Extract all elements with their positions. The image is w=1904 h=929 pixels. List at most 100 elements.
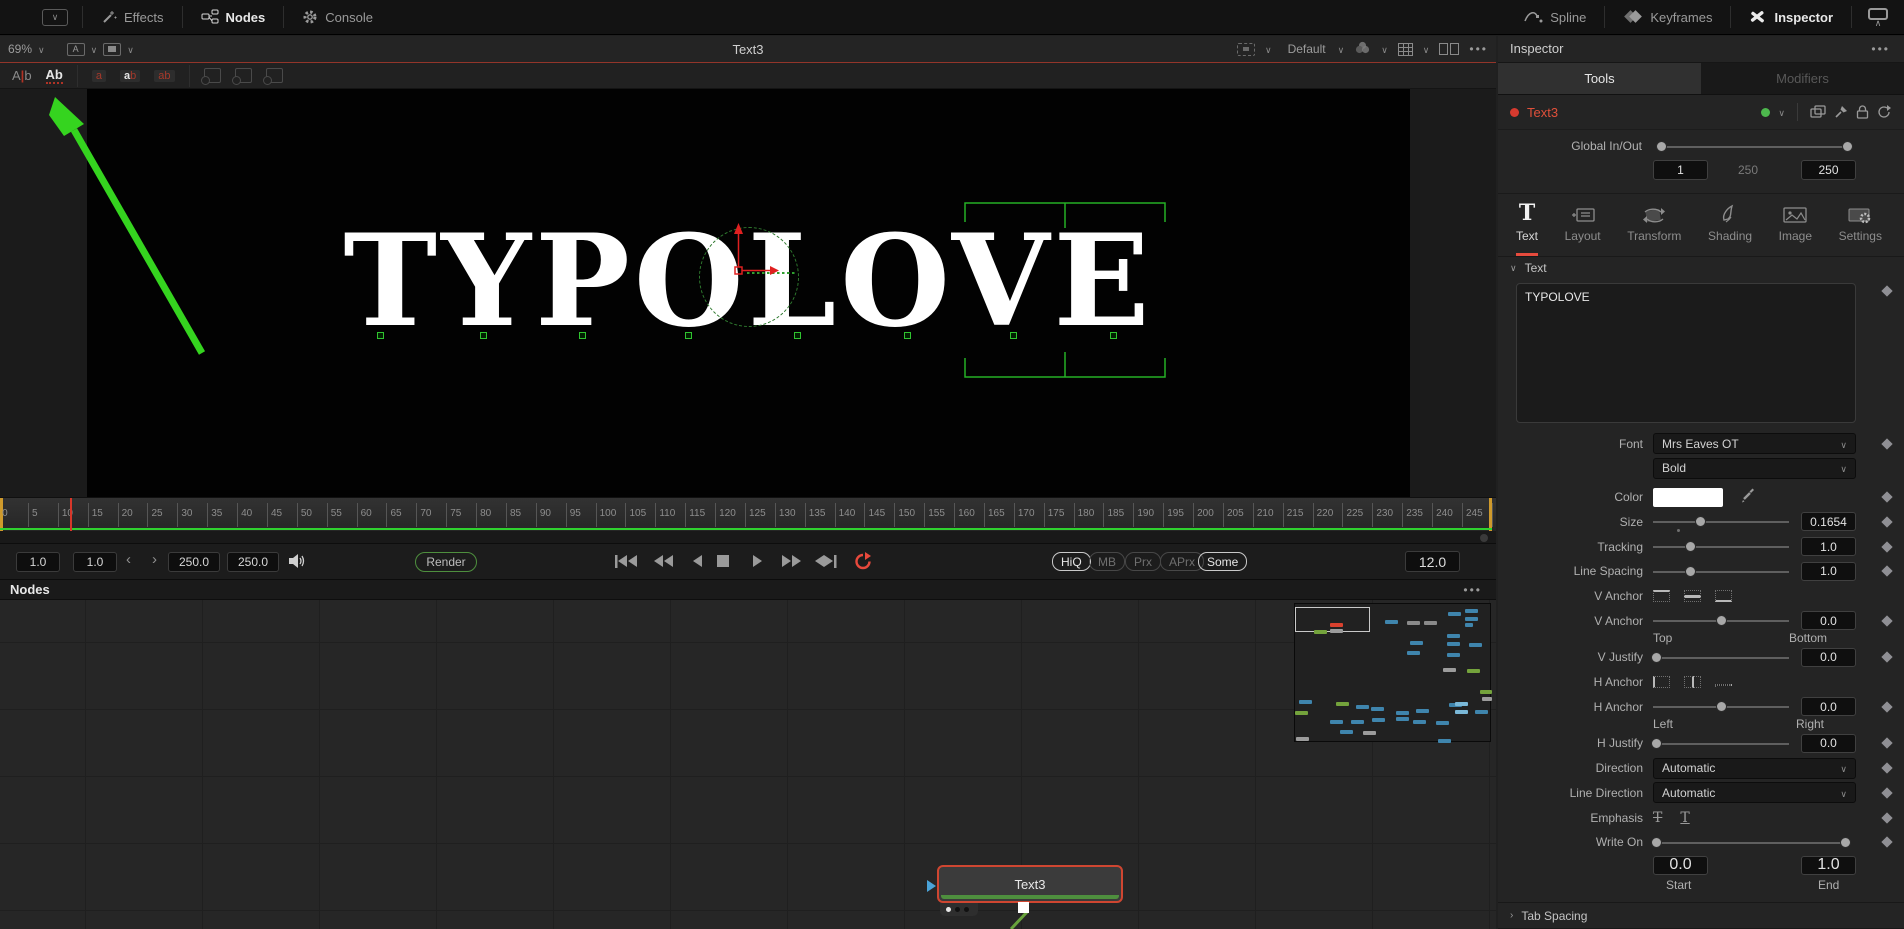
keyframe-diamond[interactable] [1881,787,1892,798]
text-baseline-handle[interactable] [904,332,911,339]
step-size-field[interactable]: 1.0 [73,552,117,572]
nodes-button[interactable]: Nodes [183,0,284,34]
char-style-ab-outline-button[interactable]: ab [154,70,174,82]
keyframe-diamond[interactable] [1881,541,1892,552]
text-baseline-handle[interactable] [685,332,692,339]
chevron-down-icon[interactable] [1423,42,1430,56]
tab-text[interactable]: T Text [1516,202,1538,256]
write-on-start-field[interactable]: 0.0 [1653,856,1708,875]
node-color-dot[interactable] [1510,108,1519,117]
chevron-down-icon[interactable] [1265,42,1272,56]
styled-text-input[interactable]: TYPOLOVE [1516,283,1856,423]
node-input-triangle[interactable] [927,880,936,892]
text-baseline-handle[interactable] [480,332,487,339]
color-wheels-icon[interactable] [1354,40,1371,58]
tab-spacing-section-header[interactable]: › Tab Spacing [1498,903,1904,929]
color-channel-icon[interactable] [103,43,121,56]
keyframe-diamond[interactable] [1881,812,1892,823]
timeline-ruler[interactable]: 0510152025303540455055606570758085909510… [0,497,1496,531]
quality-hiq-button[interactable]: HiQ [1052,552,1091,571]
keyframe-diamond[interactable] [1881,286,1892,297]
chevron-down-icon[interactable] [1381,42,1388,56]
write-on-end-field[interactable]: 1.0 [1801,856,1856,875]
chevron-down-icon[interactable] [127,42,134,56]
quality-prx-button[interactable]: Prx [1125,552,1161,571]
audio-mute-button[interactable] [288,553,306,572]
keyframe-diamond[interactable] [1881,762,1892,773]
channel-a-icon[interactable]: A [67,43,85,56]
viewer-lut-dropdown[interactable]: Default [1288,42,1326,56]
insert-node-after-icon[interactable] [235,68,252,83]
line-spacing-slider[interactable] [1653,565,1789,578]
playhead[interactable] [70,498,72,531]
chevron-down-icon[interactable] [1778,103,1785,121]
goto-end-button[interactable] [813,554,837,572]
size-slider[interactable] [1653,515,1789,528]
stop-button[interactable] [716,554,731,572]
render-button[interactable]: Render [415,552,477,572]
size-field[interactable]: 0.1654 [1801,512,1856,531]
v-justify-slider[interactable] [1653,651,1789,664]
next-frame-button[interactable]: › [152,551,157,568]
roi-icon[interactable] [1237,43,1255,56]
keyframe-diamond[interactable] [1881,438,1892,449]
play-reverse-button[interactable] [690,554,704,572]
keyframe-diamond[interactable] [1881,701,1892,712]
tab-shading[interactable]: Shading [1708,202,1752,256]
font-weight-dropdown[interactable]: Bold [1653,458,1856,479]
node-graph[interactable]: Text3 [0,600,1496,929]
write-on-slider[interactable] [1653,836,1849,849]
ui-switcher-button[interactable] [42,9,68,26]
versions-icon[interactable] [1810,105,1826,119]
text-baseline-handle[interactable] [1010,332,1017,339]
text-baseline-handle[interactable] [579,332,586,339]
h-anchor-slider[interactable] [1653,700,1789,713]
zoom-level-dropdown[interactable]: 69% [8,42,32,56]
node-enable-dot[interactable] [1761,108,1770,117]
underline-button[interactable]: T [1680,810,1689,826]
keyframe-diamond[interactable] [1881,652,1892,663]
v-anchor-top-button[interactable] [1653,590,1670,602]
tab-tools[interactable]: Tools [1498,63,1701,95]
reset-icon[interactable] [1877,105,1892,119]
v-justify-field[interactable]: 0.0 [1801,648,1856,667]
nodes-options-menu[interactable]: ••• [1463,583,1482,597]
timeline-scrollbar[interactable] [0,531,1496,544]
range-in-field[interactable]: 250.0 [168,552,220,572]
color-swatch[interactable] [1653,488,1723,507]
tab-modifiers[interactable]: Modifiers [1701,63,1904,95]
viewer-canvas[interactable]: TYPOLOVE [87,89,1410,497]
h-justify-field[interactable]: 0.0 [1801,734,1856,753]
v-anchor-bottom-button[interactable] [1715,590,1732,602]
keyframe-diamond[interactable] [1881,615,1892,626]
goto-start-button[interactable] [614,554,638,572]
text-baseline-handle[interactable] [794,332,801,339]
play-button[interactable] [751,554,765,572]
text-section-header[interactable]: ∨ Text [1498,257,1904,279]
tab-image[interactable]: Image [1779,202,1812,256]
v-anchor-middle-button[interactable] [1684,590,1701,602]
h-anchor-right-button[interactable] [1715,684,1732,686]
inspector-button[interactable]: Inspector [1731,0,1851,34]
fast-forward-button[interactable] [779,554,803,572]
grid-icon[interactable] [1398,43,1413,56]
prev-frame-button[interactable]: ‹ [126,551,131,568]
insert-node-branch-icon[interactable] [266,68,283,83]
node-output-square[interactable] [1018,902,1029,913]
h-anchor-field[interactable]: 0.0 [1801,697,1856,716]
text-select-tool[interactable]: Ab [46,67,63,84]
char-style-a-button[interactable]: a [92,70,106,82]
line-direction-dropdown[interactable]: Automatic [1653,782,1856,803]
strikethrough-button[interactable]: T [1653,810,1662,826]
v-anchor-field[interactable]: 0.0 [1801,611,1856,630]
viewer-area[interactable]: TYPOLOVE [0,89,1496,497]
eyedropper-icon[interactable] [1741,488,1756,506]
global-in-field[interactable]: 1 [1653,160,1708,180]
quality-mb-button[interactable]: MB [1089,552,1125,571]
dual-viewer-icon[interactable] [1439,43,1459,55]
direction-dropdown[interactable]: Automatic [1653,758,1856,779]
playback-speed-field[interactable]: 1.0 [16,552,60,572]
text3-node[interactable]: Text3 [937,865,1123,903]
tracking-field[interactable]: 1.0 [1801,537,1856,556]
layout-toggle-button[interactable]: ∧ [1868,8,1888,27]
